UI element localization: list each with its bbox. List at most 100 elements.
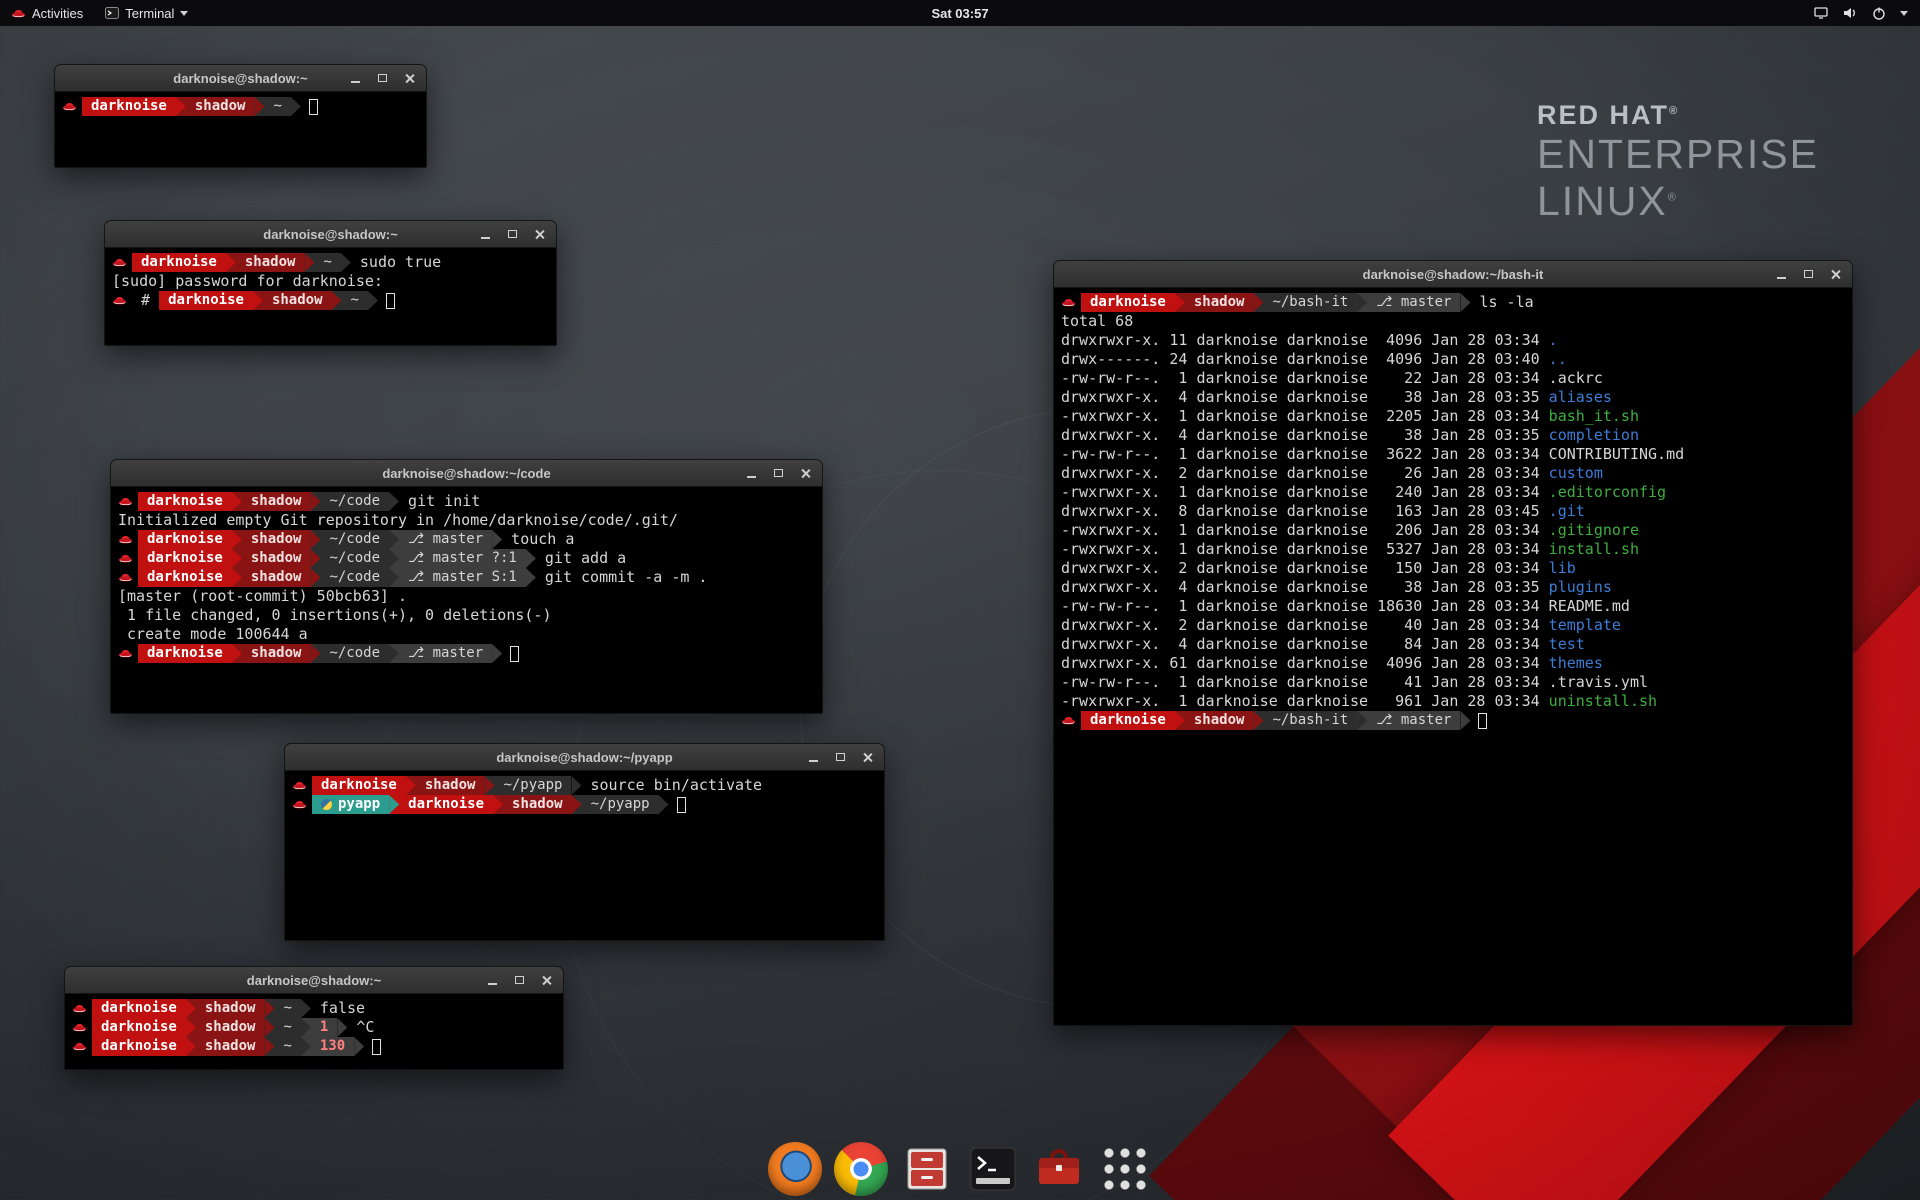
maximize-button[interactable] xyxy=(506,228,519,241)
window-titlebar[interactable]: darknoise@shadow:~ xyxy=(55,65,426,92)
terminal-text: test xyxy=(1549,635,1585,654)
maximize-button[interactable] xyxy=(376,72,389,85)
minimize-button[interactable] xyxy=(486,974,499,987)
prompt-segment-user: darknoise xyxy=(1081,293,1175,312)
maximize-button[interactable] xyxy=(513,974,526,987)
terminal-content[interactable]: darknoiseshadow~ falsedarknoiseshadow~1 … xyxy=(65,994,563,1069)
prompt-segment-git: ⎇ master xyxy=(399,530,492,549)
window-title: darknoise@shadow:~/code xyxy=(382,466,550,481)
prompt-segment-user: darknoise xyxy=(82,97,176,116)
redhat-prompt-icon xyxy=(72,1037,87,1056)
terminal-text: completion xyxy=(1549,426,1639,445)
terminal-line: darknoiseshadow~1 ^C xyxy=(72,1018,556,1037)
terminal-line: drwxrwxr-x. 8 darknoise darknoise 163 Ja… xyxy=(1061,502,1845,521)
powerline-arrow-icon xyxy=(186,1037,196,1056)
maximize-button[interactable] xyxy=(772,467,785,480)
prompt-segment-host: shadow xyxy=(263,291,332,310)
powerline-arrow-icon xyxy=(186,1018,196,1037)
window-titlebar[interactable]: darknoise@shadow:~/bash-it xyxy=(1054,261,1852,288)
prompt-segment-user: darknoise xyxy=(138,530,232,549)
redhat-branding: RED HAT® ENTERPRISE LINUX® xyxy=(1537,100,1819,225)
prompt-segment-user: darknoise xyxy=(1081,711,1175,730)
powerline-arrow-icon xyxy=(493,795,503,814)
close-button[interactable] xyxy=(540,974,553,987)
powerline-arrow-icon xyxy=(301,1018,311,1037)
terminal-line: darknoiseshadow~ false xyxy=(72,999,556,1018)
terminal-text: total 68 xyxy=(1061,312,1133,331)
terminal-cursor xyxy=(1478,713,1487,729)
chevron-down-icon xyxy=(180,11,188,16)
terminal-line: create mode 100644 a xyxy=(118,625,815,644)
terminal-line: # darknoiseshadow~ xyxy=(112,291,549,310)
prompt-segment-user: darknoise xyxy=(92,1037,186,1056)
redhat-prompt-icon xyxy=(1061,711,1076,730)
terminal-text: touch a xyxy=(502,530,574,549)
terminal-window-3: darknoise@shadow:~/code darknoiseshadow~… xyxy=(110,459,823,714)
terminal-line: -rwxrwxr-x. 1 darknoise darknoise 961 Ja… xyxy=(1061,692,1845,711)
top-bar: Activities Terminal Sat 03:57 xyxy=(0,0,1920,26)
system-status-area[interactable] xyxy=(1809,0,1912,26)
powerline-arrow-icon xyxy=(484,776,494,795)
close-button[interactable] xyxy=(799,467,812,480)
window-titlebar[interactable]: darknoise@shadow:~/code xyxy=(111,460,822,487)
powerline-arrow-icon xyxy=(1175,293,1185,312)
powerline-arrow-icon xyxy=(291,97,301,116)
close-button[interactable] xyxy=(1829,268,1842,281)
powerline-arrow-icon xyxy=(341,253,351,272)
terminal-text: drwxrwxr-x. 8 darknoise darknoise 163 Ja… xyxy=(1061,502,1549,521)
terminal-line: drwxrwxr-x. 4 darknoise darknoise 38 Jan… xyxy=(1061,426,1845,445)
terminal-text: git commit -a -m . xyxy=(536,568,708,587)
prompt-segment-path: ~ xyxy=(342,291,368,310)
files-icon[interactable] xyxy=(900,1142,954,1196)
terminal-content[interactable]: darknoiseshadow~ xyxy=(55,92,426,167)
terminal-content[interactable]: darknoiseshadow~/bash-it⎇ master ls -lat… xyxy=(1054,288,1852,1025)
redhat-prompt-icon xyxy=(72,1018,87,1037)
powerline-arrow-icon xyxy=(1460,293,1470,312)
terminal-line: pyappdarknoiseshadow~/pyapp xyxy=(292,795,877,814)
redhat-prompt-icon xyxy=(118,568,133,587)
powerline-arrow-icon xyxy=(406,776,416,795)
terminal-content[interactable]: darknoiseshadow~ sudo true[sudo] passwor… xyxy=(105,248,556,345)
terminal-icon[interactable] xyxy=(966,1142,1020,1196)
maximize-button[interactable] xyxy=(834,751,847,764)
powerline-arrow-icon xyxy=(310,568,320,587)
minimize-button[interactable] xyxy=(349,72,362,85)
close-button[interactable] xyxy=(533,228,546,241)
maximize-button[interactable] xyxy=(1802,268,1815,281)
terminal-content[interactable]: darknoiseshadow~/pyapp source bin/activa… xyxy=(285,771,884,940)
terminal-text: Initialized empty Git repository in /hom… xyxy=(118,511,678,530)
terminal-line: drwxrwxr-x. 11 darknoise darknoise 4096 … xyxy=(1061,331,1845,350)
terminal-text: template xyxy=(1549,616,1621,635)
terminal-text: lib xyxy=(1549,559,1576,578)
registered-mark: ® xyxy=(1668,191,1678,203)
minimize-button[interactable] xyxy=(479,228,492,241)
window-title: darknoise@shadow:~ xyxy=(263,227,397,242)
window-titlebar[interactable]: darknoise@shadow:~/pyapp xyxy=(285,744,884,771)
minimize-button[interactable] xyxy=(1775,268,1788,281)
powerline-arrow-icon xyxy=(572,795,582,814)
toolbox-icon[interactable] xyxy=(1032,1142,1086,1196)
window-titlebar[interactable]: darknoise@shadow:~ xyxy=(105,221,556,248)
minimize-button[interactable] xyxy=(807,751,820,764)
terminal-text: -rw-rw-r--. 1 darknoise darknoise 18630 … xyxy=(1061,597,1549,616)
prompt-segment-host: shadow xyxy=(186,97,255,116)
terminal-content[interactable]: darknoiseshadow~/code git initInitialize… xyxy=(111,487,822,713)
powerline-arrow-icon xyxy=(1357,293,1367,312)
minimize-button[interactable] xyxy=(745,467,758,480)
powerline-arrow-icon xyxy=(310,492,320,511)
chrome-icon[interactable] xyxy=(834,1142,888,1196)
window-titlebar[interactable]: darknoise@shadow:~ xyxy=(65,967,563,994)
powerline-arrow-icon xyxy=(232,530,242,549)
close-button[interactable] xyxy=(403,72,416,85)
activities-button[interactable]: Activities xyxy=(0,0,94,26)
prompt-segment-host: shadow xyxy=(503,795,572,814)
dock xyxy=(768,1142,1152,1196)
powerline-arrow-icon xyxy=(368,291,378,310)
clock[interactable]: Sat 03:57 xyxy=(931,6,988,21)
powerline-arrow-icon xyxy=(492,644,502,663)
app-grid-icon[interactable] xyxy=(1098,1142,1152,1196)
app-menu-terminal[interactable]: Terminal xyxy=(94,0,199,26)
firefox-icon[interactable] xyxy=(768,1142,822,1196)
prompt-segment-user: darknoise xyxy=(312,776,406,795)
close-button[interactable] xyxy=(861,751,874,764)
